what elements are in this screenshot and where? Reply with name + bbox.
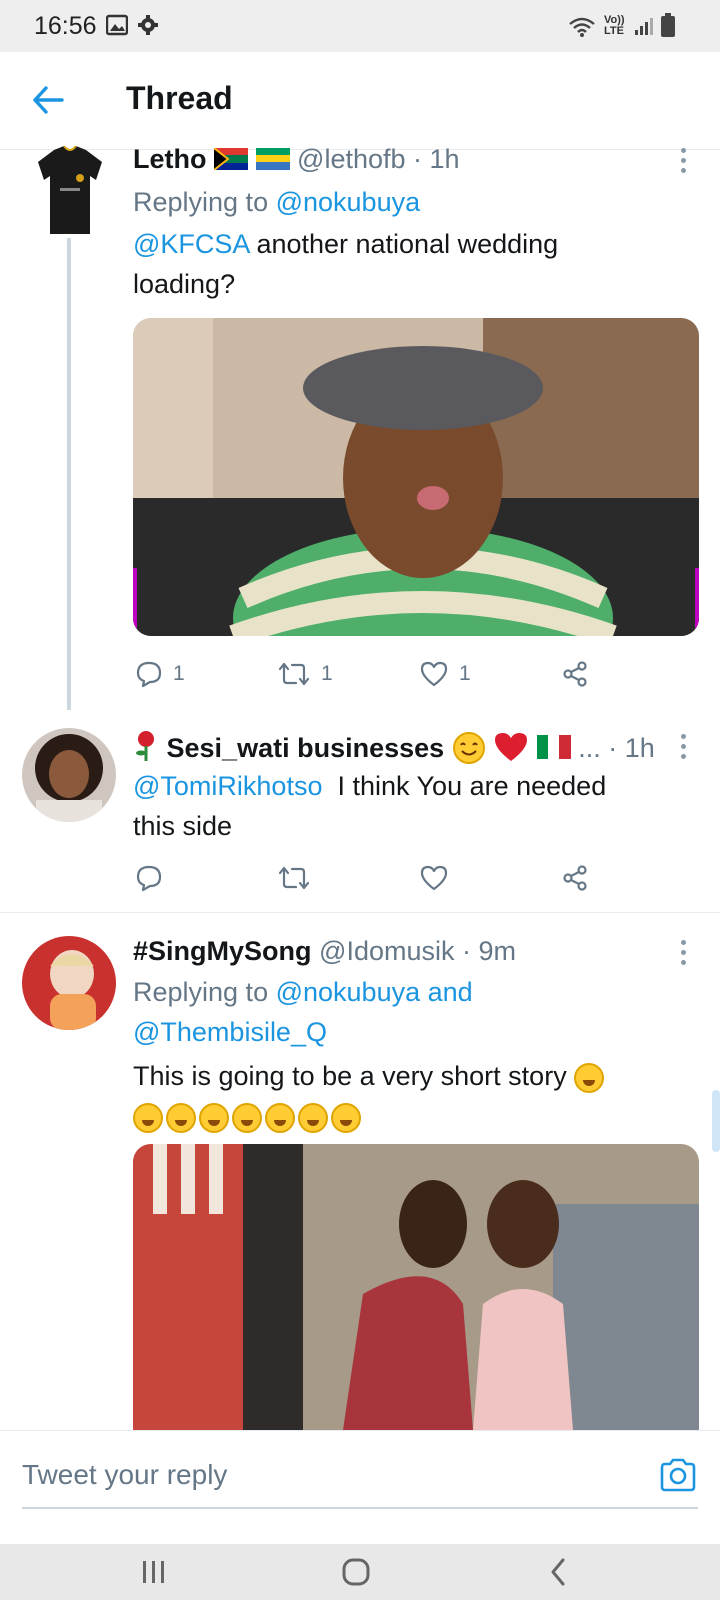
scroll-indicator[interactable] bbox=[712, 1090, 720, 1152]
tears-of-joy-emoji-icon bbox=[265, 1102, 295, 1133]
retweet-button[interactable]: 1 bbox=[277, 654, 333, 694]
replying-to-link[interactable]: @nokubuya bbox=[276, 187, 421, 217]
tears-of-joy-emoji-icon bbox=[331, 1102, 361, 1133]
wifi-icon bbox=[569, 17, 595, 37]
more-vertical-icon[interactable] bbox=[678, 148, 688, 173]
red-heart-icon bbox=[495, 733, 528, 761]
camera-button[interactable] bbox=[656, 1453, 700, 1497]
arrow-left-icon bbox=[33, 86, 64, 114]
like-button[interactable]: 1 bbox=[419, 654, 471, 694]
smiley-emoji-icon bbox=[133, 1102, 163, 1133]
gallery-notification-icon bbox=[106, 14, 128, 36]
emoji-row bbox=[133, 1096, 364, 1136]
page-title: Thread bbox=[126, 80, 233, 116]
replying-to-line: Replying to @nokubuya and bbox=[133, 977, 473, 1007]
meme-photo bbox=[133, 318, 699, 636]
tweet-header: Sesi_wati businesses ... · 1h bbox=[133, 730, 655, 765]
chevron-left-icon bbox=[551, 1558, 565, 1586]
tweet-header: #SingMySong @Idomusik · 9m bbox=[133, 936, 516, 967]
recent-apps-button[interactable] bbox=[114, 1544, 194, 1600]
rolling-laughing-emoji-icon bbox=[232, 1102, 262, 1133]
tweet-time: · 1h bbox=[608, 733, 655, 763]
reply-button[interactable] bbox=[135, 858, 163, 898]
more-vertical-icon[interactable] bbox=[678, 940, 688, 965]
tweet-actions bbox=[133, 858, 613, 898]
reply-input-underline bbox=[22, 1507, 698, 1509]
settings-notification-icon bbox=[138, 15, 158, 35]
battery-icon bbox=[661, 13, 675, 37]
rolling-laughing-emoji-icon bbox=[199, 1102, 229, 1133]
retweet-icon bbox=[278, 662, 310, 686]
tweet-divider bbox=[0, 912, 720, 913]
tweet-actions: 1 1 1 bbox=[133, 654, 613, 694]
replying-to-link[interactable]: @nokubuya and bbox=[276, 977, 473, 1007]
replying-to-line: Replying to @nokubuya bbox=[133, 187, 421, 217]
reply-icon bbox=[136, 865, 162, 892]
camera-icon bbox=[660, 1458, 696, 1492]
rolling-laughing-emoji-icon bbox=[166, 1102, 196, 1133]
system-navigation-bar bbox=[0, 1544, 720, 1600]
like-button[interactable] bbox=[419, 858, 449, 898]
reply-composer: Tweet your reply bbox=[0, 1430, 720, 1544]
profile-photo bbox=[22, 936, 116, 1030]
network-label: Vo)) LTE bbox=[604, 14, 625, 37]
share-button[interactable] bbox=[561, 858, 589, 898]
retweet-button[interactable] bbox=[277, 858, 311, 898]
tweet-text: @TomiRikhotso I think You are needed bbox=[133, 771, 607, 801]
retweet-icon bbox=[278, 866, 310, 890]
avatar[interactable] bbox=[36, 145, 104, 236]
status-bar: 16:56 Vo)) LTE bbox=[0, 0, 720, 52]
avatar[interactable] bbox=[22, 728, 116, 822]
tweet-text-continued: loading? bbox=[133, 269, 236, 299]
tweet-text: @KFCSA another national wedding bbox=[133, 229, 559, 259]
share-icon bbox=[563, 661, 587, 687]
smiling-emoji-icon bbox=[452, 732, 485, 764]
south-africa-flag-icon bbox=[213, 147, 249, 171]
back-nav-button[interactable] bbox=[518, 1544, 598, 1600]
replying-to-link-2[interactable]: @Thembisile_Q bbox=[133, 1012, 327, 1052]
more-vertical-icon[interactable] bbox=[678, 734, 688, 759]
status-time: 16:56 bbox=[34, 12, 97, 40]
mention-link[interactable]: @TomiRikhotso bbox=[133, 771, 322, 801]
home-button[interactable] bbox=[316, 1544, 396, 1600]
reply-input[interactable]: Tweet your reply bbox=[22, 1459, 227, 1491]
back-button[interactable] bbox=[24, 76, 72, 124]
tweet-time: · 1h bbox=[413, 144, 460, 174]
profile-photo bbox=[22, 728, 116, 822]
display-name[interactable]: Sesi_wati businesses bbox=[167, 733, 445, 763]
display-name[interactable]: Letho bbox=[133, 144, 207, 174]
tweet-text: This is going to be a very short story bbox=[133, 1056, 693, 1096]
tweet-media-image[interactable] bbox=[133, 1144, 699, 1430]
heart-icon bbox=[420, 661, 448, 687]
gabon-flag-icon bbox=[255, 148, 290, 170]
jersey-avatar-image bbox=[38, 145, 102, 234]
couple-photo bbox=[133, 1144, 699, 1430]
share-icon bbox=[563, 865, 587, 891]
heart-icon bbox=[420, 865, 448, 891]
tweet-header: Letho @lethofb · 1h bbox=[133, 144, 460, 175]
share-button[interactable] bbox=[561, 654, 589, 694]
handle[interactable]: @lethofb bbox=[297, 144, 405, 174]
thread-connector-line bbox=[67, 238, 71, 710]
signal-icon bbox=[635, 18, 653, 35]
handle[interactable]: @Idomusik bbox=[319, 936, 454, 966]
smiley-emoji-icon bbox=[574, 1062, 605, 1093]
avatar[interactable] bbox=[22, 936, 116, 1030]
rose-emoji-icon bbox=[136, 731, 154, 761]
tears-of-joy-emoji-icon bbox=[298, 1102, 328, 1133]
tweet-media-image[interactable] bbox=[133, 318, 699, 636]
italy-flag-icon bbox=[536, 735, 571, 759]
tweet-time: · 9m bbox=[462, 936, 516, 966]
thread-header: Thread bbox=[0, 52, 720, 150]
reply-icon bbox=[136, 661, 162, 688]
home-icon bbox=[342, 1558, 370, 1586]
recent-apps-icon bbox=[143, 1561, 164, 1583]
mention-link[interactable]: @KFCSA bbox=[133, 229, 249, 259]
handle[interactable]: ... bbox=[578, 733, 601, 763]
reply-button[interactable]: 1 bbox=[135, 654, 185, 694]
tweet-text-continued: this side bbox=[133, 811, 233, 841]
display-name[interactable]: #SingMySong bbox=[133, 936, 312, 966]
